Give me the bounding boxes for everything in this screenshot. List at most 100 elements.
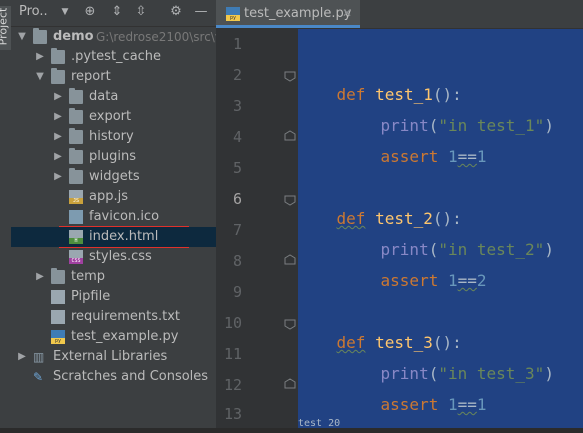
image-file-icon: [69, 210, 83, 224]
line-number-active: 6: [232, 190, 242, 208]
chevron-down-icon[interactable]: ▼: [17, 30, 27, 44]
css-file-icon: CSS: [69, 250, 83, 264]
keyword: assert: [380, 271, 439, 290]
gear-icon[interactable]: ⚙: [169, 5, 183, 19]
tree-item-styles-css[interactable]: CSS styles.css: [11, 247, 216, 267]
keyword: assert: [380, 147, 439, 166]
fold-marker-icon[interactable]: [284, 70, 296, 82]
chevron-right-icon[interactable]: ▶: [53, 170, 63, 184]
locate-icon[interactable]: ⊕: [83, 5, 97, 19]
tree-item-data[interactable]: ▶ data: [11, 87, 216, 107]
chevron-right-icon[interactable]: ▶: [53, 90, 63, 104]
tree-item-test-example[interactable]: py test_example.py: [11, 327, 216, 347]
project-toolbar: Pro.. ▼ ⊕ ⇕ ⇳ ⚙ —: [11, 0, 216, 27]
tree-item-external-libraries[interactable]: ▶ ▥ External Libraries: [11, 347, 216, 367]
chevron-right-icon[interactable]: ▶: [35, 50, 45, 64]
line-number: 3: [232, 97, 242, 115]
tree-item-export[interactable]: ▶ export: [11, 107, 216, 127]
number-literal: 1: [447, 147, 458, 166]
folder-icon: [51, 48, 65, 64]
tree-item-label: favicon.ico: [89, 209, 160, 224]
tree-item-history[interactable]: ▶ history: [11, 127, 216, 147]
chevron-down-icon[interactable]: ▼: [58, 5, 72, 19]
fold-end-icon[interactable]: [284, 378, 296, 390]
punctuation: ): [544, 364, 554, 383]
tree-item-plugins[interactable]: ▶ plugins: [11, 147, 216, 167]
library-icon: ▥: [33, 350, 45, 364]
tree-item-report[interactable]: ▼ report: [11, 67, 216, 87]
keyword: assert: [380, 395, 439, 414]
tree-item-label: export: [89, 109, 132, 124]
operator: ==: [457, 395, 477, 414]
line-number: 11: [223, 345, 242, 363]
fold-marker-icon[interactable]: [284, 318, 296, 330]
chevron-right-icon[interactable]: ▶: [53, 150, 63, 164]
fold-marker-icon[interactable]: [284, 194, 296, 206]
chevron-right-icon[interactable]: ▶: [53, 110, 63, 124]
tree-item-label: requirements.txt: [71, 309, 181, 324]
python-file-icon: py: [226, 7, 240, 21]
folder-icon: [69, 108, 83, 124]
tree-item-label: data: [89, 89, 119, 104]
python-file-icon: py: [51, 330, 65, 344]
tree-item-label: styles.css: [89, 249, 152, 264]
tree-item-index-html[interactable]: H index.html: [11, 227, 216, 247]
chevron-right-icon[interactable]: ▶: [17, 350, 27, 364]
folder-icon: [51, 268, 65, 284]
tree-item-label: plugins: [89, 149, 136, 164]
fold-end-icon[interactable]: [284, 130, 296, 142]
ide-window: Project Pro.. ▼ ⊕ ⇕ ⇳ ⚙ — ▼ demo G:\redr…: [0, 0, 583, 429]
text-file-icon: [51, 290, 65, 304]
code-line[interactable]: assert 1==1: [342, 128, 487, 185]
fold-end-icon[interactable]: [284, 254, 296, 266]
tree-item-demo[interactable]: ▼ demo G:\redrose2100\src\v: [11, 27, 222, 47]
tree-item-label: Scratches and Consoles: [53, 369, 209, 384]
expand-all-icon[interactable]: ⇕: [110, 5, 124, 19]
chevron-down-icon[interactable]: ▼: [35, 70, 45, 84]
line-number: 9: [232, 283, 242, 301]
project-path: G:\redrose2100\src\v: [96, 30, 222, 44]
tab-test-example[interactable]: py test_example.py ✕: [216, 0, 360, 28]
tree-item-pipfile[interactable]: Pipfile: [11, 287, 216, 307]
project-panel: Pro.. ▼ ⊕ ⇕ ⇳ ⚙ — ▼ demo G:\redrose2100\…: [11, 0, 222, 428]
tree-item-label: temp: [71, 269, 106, 284]
operator: ==: [457, 271, 477, 290]
chevron-right-icon[interactable]: ▶: [53, 130, 63, 144]
operator: ==: [457, 147, 477, 166]
collapse-all-icon[interactable]: ⇳: [134, 5, 148, 19]
folder-icon: [51, 68, 65, 84]
code-line[interactable]: assert 1==2: [342, 252, 487, 309]
number-literal: 1: [447, 271, 458, 290]
tree-item-pytest-cache[interactable]: ▶ .pytest_cache: [11, 47, 216, 67]
html-file-icon: H: [69, 230, 83, 244]
inline-hint: test 20: [298, 418, 341, 429]
folder-icon: [69, 148, 83, 164]
tree-item-temp[interactable]: ▶ temp: [11, 267, 216, 287]
tree-item-label: Pipfile: [71, 289, 111, 304]
folder-icon: [33, 28, 47, 44]
folder-icon: [69, 88, 83, 104]
tree-item-favicon[interactable]: favicon.ico: [11, 207, 216, 227]
line-number: 4: [232, 128, 242, 146]
tree-item-label: External Libraries: [53, 349, 168, 364]
line-number: 7: [232, 221, 242, 239]
folder-icon: [69, 128, 83, 144]
tree-item-label: app.js: [89, 189, 128, 204]
close-icon[interactable]: ✕: [342, 6, 352, 20]
tree-item-scratches[interactable]: ✎ Scratches and Consoles: [11, 367, 216, 387]
chevron-right-icon[interactable]: ▶: [35, 270, 45, 284]
line-number: 12: [223, 376, 242, 394]
line-number: 10: [223, 314, 242, 332]
hide-icon[interactable]: —: [194, 5, 208, 19]
punctuation: ): [544, 240, 554, 259]
tree-item-label: index.html: [89, 229, 159, 244]
js-file-icon: JS: [69, 190, 83, 204]
tree-item-label: demo: [53, 29, 94, 44]
project-view-dropdown[interactable]: Pro..: [19, 4, 48, 19]
line-number: 1: [232, 35, 242, 53]
tree-item-widgets[interactable]: ▶ widgets: [11, 167, 216, 187]
line-number: 2: [232, 66, 242, 84]
tree-item-app-js[interactable]: JS app.js: [11, 187, 216, 207]
tree-item-label: history: [89, 129, 134, 144]
tree-item-requirements[interactable]: requirements.txt: [11, 307, 216, 327]
